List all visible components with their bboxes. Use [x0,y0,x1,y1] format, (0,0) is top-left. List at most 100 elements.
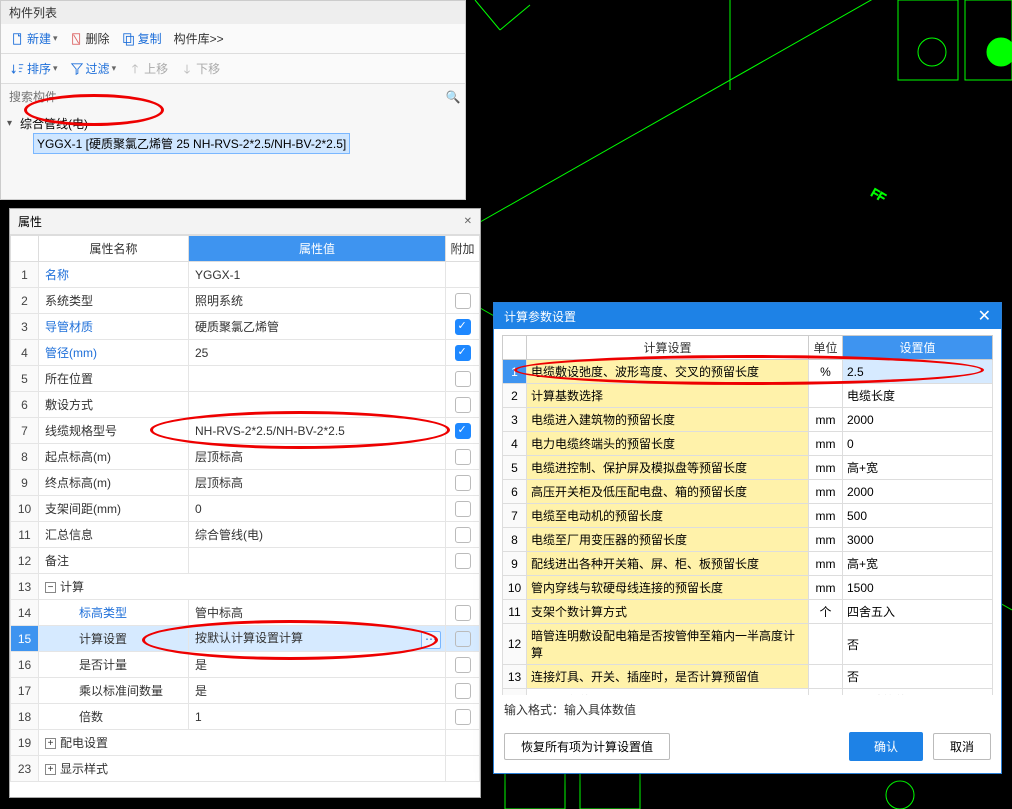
property-row[interactable]: 6敷设方式 [11,392,480,418]
calc-row[interactable]: 9配线进出各种开关箱、屏、柜、板预留长度mm高+宽 [503,552,993,576]
property-name-cell[interactable]: 管径(mm) [39,340,189,366]
property-row[interactable]: 3导管材质硬质聚氯乙烯管 [11,314,480,340]
property-name-cell[interactable]: 汇总信息 [39,522,189,548]
property-name-cell[interactable]: 乘以标准间数量 [39,678,189,704]
attach-checkbox[interactable] [455,709,471,725]
calc-row[interactable]: 3电缆进入建筑物的预留长度mm2000 [503,408,993,432]
search-input[interactable] [5,86,445,108]
cancel-button[interactable]: 取消 [933,733,991,760]
attach-cell[interactable] [446,756,480,782]
calc-row[interactable]: 11支架个数计算方式个四舍五入 [503,600,993,624]
search-icon[interactable]: 🔍 [445,90,461,104]
attach-checkbox[interactable] [455,501,471,517]
attach-checkbox[interactable] [455,423,471,439]
property-value-cell[interactable]: 层顶标高 [189,444,446,470]
component-library-button[interactable]: 构件库>> [170,28,228,49]
calc-value-cell[interactable]: 电缆长度 [843,384,993,408]
property-row[interactable]: 12备注 [11,548,480,574]
attach-checkbox[interactable] [455,345,471,361]
property-name-cell[interactable]: 终点标高(m) [39,470,189,496]
attach-checkbox[interactable] [455,631,471,647]
close-icon[interactable]: ✕ [978,306,991,326]
attach-cell[interactable] [446,704,480,730]
attach-cell[interactable] [446,548,480,574]
attach-checkbox[interactable] [455,449,471,465]
property-row[interactable]: 1名称YGGX-1 [11,262,480,288]
sort-button[interactable]: 排序 ▾ [7,58,62,79]
property-row[interactable]: 5所在位置 [11,366,480,392]
attach-checkbox[interactable] [455,527,471,543]
property-value-cell[interactable]: 照明系统 [189,288,446,314]
property-row[interactable]: 18倍数1 [11,704,480,730]
calc-row[interactable]: 5电缆进控制、保护屏及模拟盘等预留长度mm高+宽 [503,456,993,480]
tree-caret-icon[interactable]: ▾ [7,118,17,129]
property-name-cell[interactable]: 是否计量 [39,652,189,678]
property-name-cell[interactable]: 起点标高(m) [39,444,189,470]
close-icon[interactable]: ✕ [464,216,472,227]
copy-button[interactable]: 复制 [118,28,166,49]
property-name-cell[interactable]: 导管材质 [39,314,189,340]
calc-value-cell[interactable]: 高+宽 [843,552,993,576]
property-value-cell[interactable]: 0 [189,496,446,522]
property-row[interactable]: 17乘以标准间数量是 [11,678,480,704]
calc-value-cell[interactable]: 500 [843,504,993,528]
attach-cell[interactable] [446,444,480,470]
calc-row[interactable]: 2计算基数选择电缆长度 [503,384,993,408]
property-name-cell[interactable]: +显示样式 [39,756,446,782]
property-name-cell[interactable]: 支架间距(mm) [39,496,189,522]
attach-cell[interactable] [446,418,480,444]
property-value-cell[interactable]: NH-RVS-2*2.5/NH-BV-2*2.5 [189,418,446,444]
calc-value-cell[interactable]: 1500 [843,576,993,600]
attach-cell[interactable] [446,626,480,652]
delete-button[interactable]: 删除 [66,28,114,49]
property-value-cell[interactable]: 25 [189,340,446,366]
attach-checkbox[interactable] [455,475,471,491]
ok-button[interactable]: 确认 [849,732,923,761]
attach-cell[interactable] [446,652,480,678]
calc-value-cell[interactable]: 0 [843,432,993,456]
property-name-cell[interactable]: 计算设置 [39,626,189,652]
attach-cell[interactable] [446,600,480,626]
attach-cell[interactable] [446,366,480,392]
property-name-cell[interactable]: 标高类型 [39,600,189,626]
attach-cell[interactable] [446,730,480,756]
attach-checkbox[interactable] [455,657,471,673]
property-value-cell[interactable]: 层顶标高 [189,470,446,496]
property-name-cell[interactable]: 备注 [39,548,189,574]
property-row[interactable]: 23+显示样式 [11,756,480,782]
calc-row[interactable]: 12暗管连明敷设配电箱是否按管伸至箱内一半高度计算否 [503,624,993,665]
property-row[interactable]: 9终点标高(m)层顶标高 [11,470,480,496]
property-name-cell[interactable]: 所在位置 [39,366,189,392]
property-value-cell[interactable]: 1 [189,704,446,730]
filter-button[interactable]: 过滤 ▾ [66,58,121,79]
attach-checkbox[interactable] [455,293,471,309]
property-row[interactable]: 4管径(mm)25 [11,340,480,366]
attach-cell[interactable] [446,392,480,418]
property-value-cell[interactable]: 综合管线(电) [189,522,446,548]
calc-value-cell[interactable]: 2000 [843,480,993,504]
attach-checkbox[interactable] [455,683,471,699]
property-name-cell[interactable]: −计算 [39,574,446,600]
property-name-cell[interactable]: +配电设置 [39,730,446,756]
attach-cell[interactable] [446,522,480,548]
component-tree[interactable]: ▾ 综合管线(电) YGGX-1 [硬质聚氯乙烯管 25 NH-RVS-2*2.… [1,110,465,158]
calc-value-cell[interactable]: 否 [843,665,993,689]
new-button[interactable]: 新建 ▾ [7,28,62,49]
property-row[interactable]: 19+配电设置 [11,730,480,756]
tree-root-node[interactable]: ▾ 综合管线(电) [5,114,461,133]
property-row[interactable]: 7线缆规格型号NH-RVS-2*2.5/NH-BV-2*2.5 [11,418,480,444]
property-value-cell[interactable] [189,392,446,418]
calc-value-cell[interactable]: 高+宽 [843,456,993,480]
property-row[interactable]: 13−计算 [11,574,480,600]
property-value-cell[interactable]: 是 [189,652,446,678]
property-value-cell[interactable]: 硬质聚氯乙烯管 [189,314,446,340]
calc-value-cell[interactable]: 否 [843,624,993,665]
property-name-cell[interactable]: 敷设方式 [39,392,189,418]
calc-row[interactable]: 10管内穿线与软硬母线连接的预留长度mm1500 [503,576,993,600]
property-row[interactable]: 8起点标高(m)层顶标高 [11,444,480,470]
property-value-cell[interactable]: YGGX-1 [189,262,446,288]
property-name-cell[interactable]: 线缆规格型号 [39,418,189,444]
expand-toggle-icon[interactable]: + [45,738,56,749]
attach-cell[interactable] [446,496,480,522]
property-value-cell[interactable]: 管中标高 [189,600,446,626]
